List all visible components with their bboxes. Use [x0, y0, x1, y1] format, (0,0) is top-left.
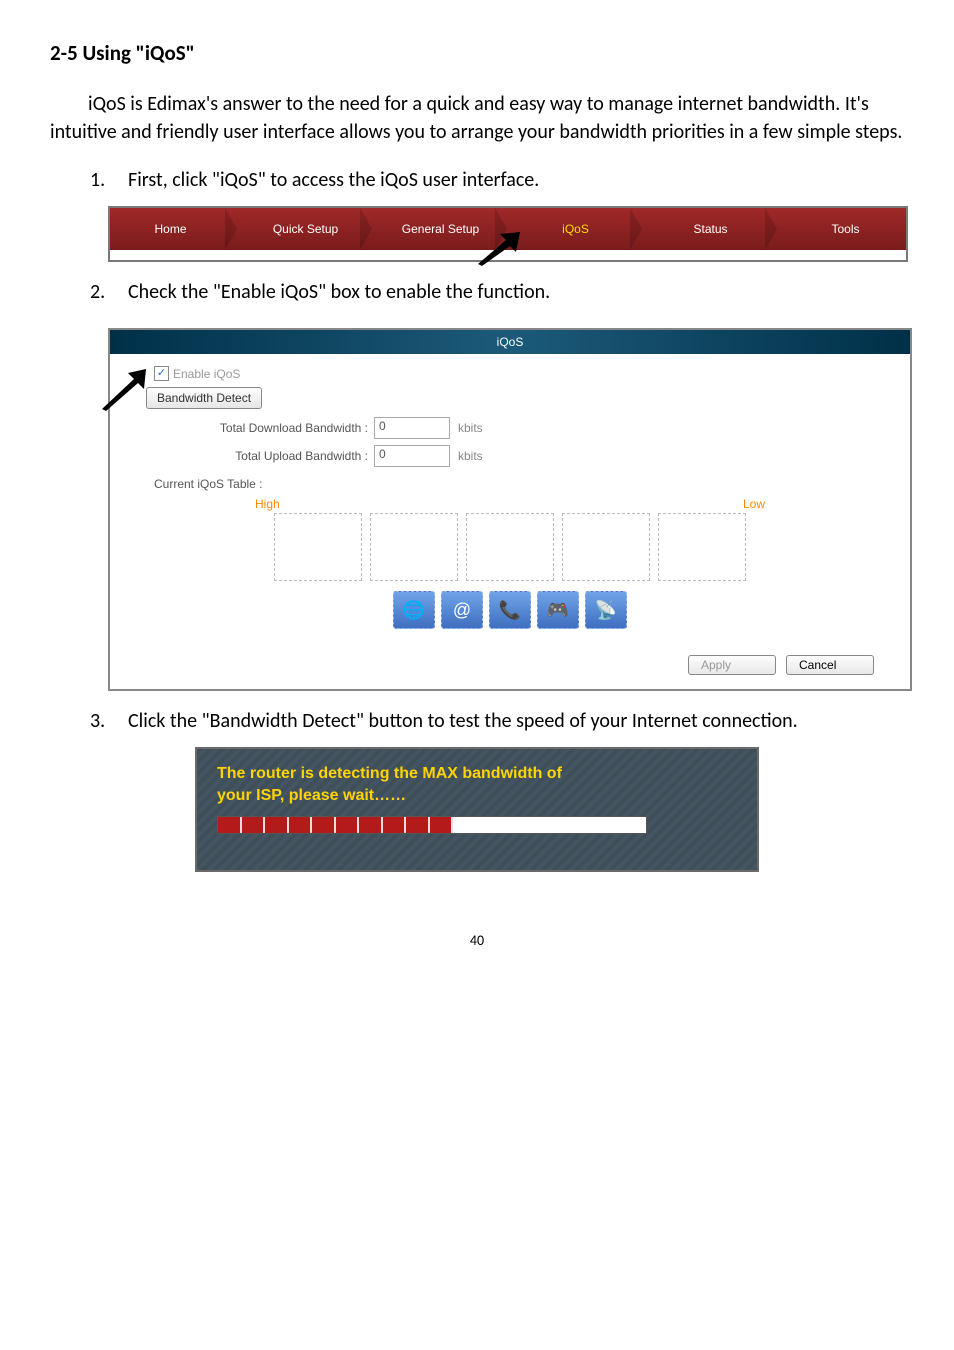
enable-iqos-label: Enable iQoS	[173, 367, 240, 381]
nav-tools[interactable]: Tools	[785, 208, 906, 250]
upload-bandwidth-label: Total Upload Bandwidth :	[178, 449, 368, 463]
priority-row: High Low 🌐 @ 📞 🎮 📡	[255, 499, 765, 629]
iqos-panel: iQoS Enable iQoS Bandwidth Detect Total …	[108, 328, 912, 691]
enable-iqos-checkbox[interactable]	[154, 366, 169, 381]
priority-high-label: High	[255, 497, 280, 511]
step-1-number: 1.	[90, 168, 128, 192]
priority-slot[interactable]	[658, 513, 746, 581]
upload-bandwidth-row: Total Upload Bandwidth : 0 kbits	[178, 445, 892, 467]
at-icon[interactable]: @	[441, 591, 483, 629]
globe-icon[interactable]: 🌐	[393, 591, 435, 629]
p2p-icon[interactable]: 📡	[585, 591, 627, 629]
current-iqos-table-label: Current iQoS Table :	[154, 477, 892, 491]
nav-quick-setup[interactable]: Quick Setup	[245, 208, 366, 250]
step-1: 1. First, click "iQoS" to access the iQo…	[90, 168, 904, 192]
arrow-icon	[476, 232, 520, 266]
nav-bar-screenshot: Home Quick Setup General Setup iQoS Stat…	[108, 206, 908, 262]
download-bandwidth-input[interactable]: 0	[374, 417, 450, 439]
detecting-text: The router is detecting the MAX bandwidt…	[217, 763, 737, 806]
nav-home[interactable]: Home	[110, 208, 231, 250]
priority-slot[interactable]	[562, 513, 650, 581]
step-3-number: 3.	[90, 709, 128, 733]
priority-low-label: Low	[743, 497, 765, 511]
enable-iqos-row: Enable iQoS	[154, 366, 892, 381]
arrow-icon	[100, 369, 146, 416]
download-bandwidth-unit: kbits	[458, 421, 483, 435]
cancel-button[interactable]: Cancel	[786, 655, 874, 675]
game-icon[interactable]: 🎮	[537, 591, 579, 629]
upload-bandwidth-input[interactable]: 0	[374, 445, 450, 467]
nav-iqos[interactable]: iQoS	[515, 208, 636, 250]
step-1-text: First, click "iQoS" to access the iQoS u…	[128, 168, 904, 192]
priority-slot[interactable]	[370, 513, 458, 581]
step-2-text: Check the "Enable iQoS" box to enable th…	[128, 280, 904, 304]
intro-paragraph: iQoS is Edimax's answer to the need for …	[50, 90, 904, 146]
step-2: 2. Check the "Enable iQoS" box to enable…	[90, 280, 904, 304]
bandwidth-detect-button[interactable]: Bandwidth Detect	[146, 387, 262, 409]
download-bandwidth-label: Total Download Bandwidth :	[178, 421, 368, 435]
upload-bandwidth-unit: kbits	[458, 449, 483, 463]
step-3-text: Click the "Bandwidth Detect" button to t…	[128, 709, 904, 733]
detecting-bandwidth-dialog: The router is detecting the MAX bandwidt…	[195, 747, 759, 872]
page-number: 40	[50, 932, 904, 949]
phone-icon[interactable]: 📞	[489, 591, 531, 629]
priority-slot[interactable]	[274, 513, 362, 581]
step-2-number: 2.	[90, 280, 128, 304]
nav-status[interactable]: Status	[650, 208, 771, 250]
section-heading: 2-5 Using "iQoS"	[50, 40, 904, 66]
apply-button[interactable]: Apply	[688, 655, 776, 675]
download-bandwidth-row: Total Download Bandwidth : 0 kbits	[178, 417, 892, 439]
priority-slot[interactable]	[466, 513, 554, 581]
progress-bar	[217, 816, 647, 834]
iqos-panel-title: iQoS	[110, 330, 910, 354]
step-3: 3. Click the "Bandwidth Detect" button t…	[90, 709, 904, 733]
